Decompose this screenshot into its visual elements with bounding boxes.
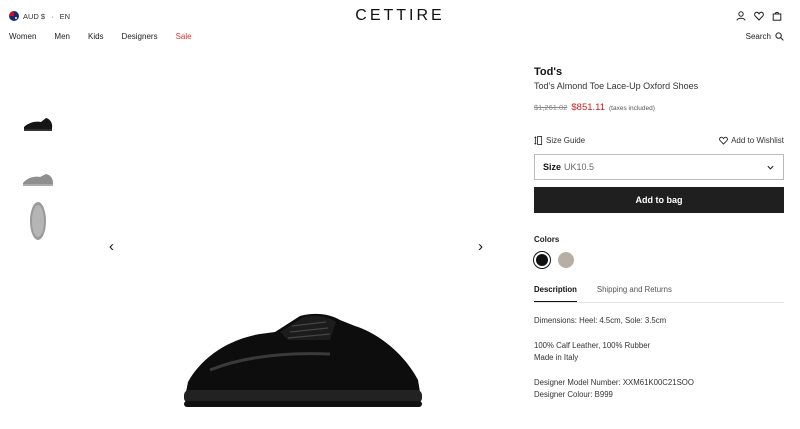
add-to-wishlist-link[interactable]: Add to Wishlist <box>719 136 784 145</box>
thumbnail-side-view[interactable] <box>20 103 56 147</box>
color-swatches <box>534 252 784 268</box>
nav-item-women[interactable]: Women <box>9 32 36 41</box>
gallery-next-arrow[interactable]: › <box>478 238 483 255</box>
top-bar: AUD $ · EN CETTIRE <box>0 0 800 32</box>
description-content: Dimensions: Heel: 4.5cm, Sole: 3.5cm 100… <box>534 315 784 401</box>
size-guide-label: Size Guide <box>546 136 586 145</box>
gallery-prev-arrow[interactable]: ‹ <box>109 238 114 255</box>
search-label: Search <box>745 32 771 41</box>
description-colour: Designer Colour: B999 <box>534 390 613 399</box>
description-model-number: Designer Model Number: XXM61K00C21SOO <box>534 378 694 387</box>
product-name: Tod's Almond Toe Lace-Up Oxford Shoes <box>534 81 699 91</box>
color-swatch-black[interactable] <box>534 252 550 268</box>
color-swatch-grey[interactable] <box>558 252 574 268</box>
search-icon <box>775 32 784 41</box>
size-dropdown[interactable]: Size UK10.5 <box>534 154 784 180</box>
bag-icon[interactable] <box>772 11 782 21</box>
nav-item-sale[interactable]: Sale <box>176 32 192 41</box>
main-nav: Women Men Kids Designers Sale <box>9 32 192 41</box>
search-button[interactable]: Search <box>746 32 784 41</box>
original-price: $1,261.02 <box>534 103 568 112</box>
tax-note: (taxes included) <box>609 105 655 112</box>
wishlist-label: Add to Wishlist <box>731 136 784 145</box>
nav-item-men[interactable]: Men <box>54 32 70 41</box>
description-origin: Made in Italy <box>534 353 579 362</box>
tab-description[interactable]: Description <box>534 285 577 302</box>
sale-price: $851.11 <box>571 102 606 113</box>
price-block: $1,261.02 $851.11 (taxes included) <box>534 102 784 113</box>
size-value: UK10.5 <box>564 162 595 172</box>
tab-shipping-returns[interactable]: Shipping and Returns <box>597 285 672 302</box>
size-guide-link[interactable]: Size Guide <box>534 136 585 145</box>
chevron-down-icon <box>767 165 774 170</box>
size-label: Size <box>543 162 562 172</box>
colors-label: Colors <box>534 235 560 244</box>
description-material: 100% Calf Leather, 100% Rubber <box>534 341 651 350</box>
product-brand[interactable]: Tod's <box>534 66 784 78</box>
product-gallery: ‹ › <box>100 60 495 429</box>
info-tabs: Description Shipping and Returns <box>534 285 784 303</box>
account-icon[interactable] <box>736 11 746 21</box>
nav-item-designers[interactable]: Designers <box>122 32 158 41</box>
thumbnail-angle-view[interactable] <box>20 151 56 195</box>
nav-item-kids[interactable]: Kids <box>88 32 104 41</box>
description-dimensions: Dimensions: Heel: 4.5cm, Sole: 3.5cm <box>534 316 667 325</box>
heart-icon <box>719 136 728 145</box>
site-logo[interactable]: CETTIRE <box>0 7 800 25</box>
product-info-panel: Tod's Tod's Almond Toe Lace-Up Oxford Sh… <box>534 64 784 414</box>
thumbnail-sole-view[interactable] <box>20 199 56 243</box>
product-main-image <box>184 313 422 407</box>
ruler-icon <box>534 136 543 145</box>
wishlist-icon[interactable] <box>754 11 764 21</box>
add-to-bag-button[interactable]: Add to bag <box>534 187 784 213</box>
thumbnail-list <box>20 103 56 247</box>
